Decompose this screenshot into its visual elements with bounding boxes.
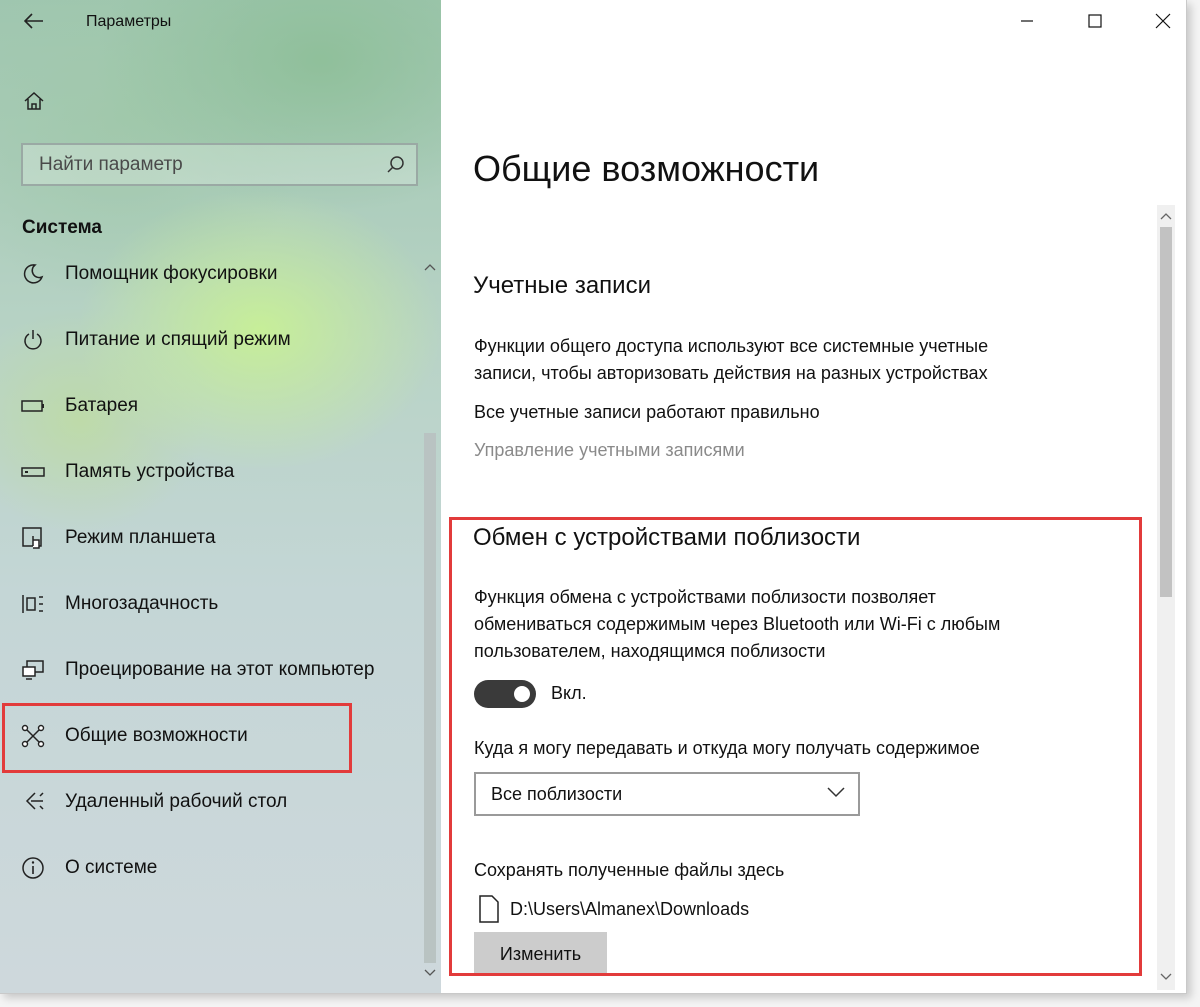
sidebar-item-remote-desktop[interactable]: Удаленный рабочий стол	[0, 769, 420, 835]
sidebar-item-label: Удаленный рабочий стол	[65, 791, 288, 812]
sidebar-item-shared-experiences[interactable]: Общие возможности	[0, 703, 420, 769]
titlebar: Параметры	[0, 0, 441, 46]
chevron-down-icon	[827, 787, 845, 798]
storage-icon	[20, 459, 46, 485]
close-button[interactable]	[1140, 0, 1186, 42]
tablet-mode-icon	[20, 525, 46, 551]
sidebar-item-label: О системе	[65, 857, 158, 878]
window-controls	[982, 0, 1186, 42]
remote-desktop-icon	[20, 789, 46, 815]
accounts-description-line-1: Функции общего доступа используют все си…	[474, 336, 989, 356]
home-button[interactable]	[14, 84, 54, 118]
accounts-description-line-2: записи, чтобы авторизовать действия на р…	[474, 363, 988, 383]
nearby-description-line-3: пользователем, находящимся поблизости	[474, 641, 826, 661]
sidebar: Параметры Система Помощник фокусировки	[0, 0, 441, 993]
info-icon	[20, 855, 46, 881]
maximize-button[interactable]	[1072, 0, 1118, 42]
settings-window: Параметры Система Помощник фокусировки	[0, 0, 1187, 994]
minimize-button[interactable]	[1004, 0, 1050, 42]
sidebar-item-battery[interactable]: Батарея	[0, 373, 420, 439]
sidebar-item-label: Проецирование на этот компьютер	[65, 659, 375, 680]
sidebar-item-label: Общие возможности	[65, 725, 248, 746]
sidebar-item-label: Питание и спящий режим	[65, 329, 291, 350]
scroll-down-icon	[1160, 973, 1172, 980]
close-icon	[1155, 13, 1171, 29]
page-title: Общие возможности	[473, 148, 820, 189]
save-location-label: Сохранять полученные файлы здесь	[474, 860, 785, 880]
toggle-state-label: Вкл.	[551, 683, 587, 703]
sidebar-item-multitasking[interactable]: Многозадачность	[0, 571, 420, 637]
minimize-icon	[1021, 20, 1033, 22]
sidebar-item-about[interactable]: О системе	[0, 835, 420, 901]
shared-experiences-icon	[20, 723, 46, 749]
sidebar-item-projection[interactable]: Проецирование на этот компьютер	[0, 637, 420, 703]
maximize-icon	[1088, 14, 1102, 28]
sidebar-item-label: Батарея	[65, 395, 139, 416]
manage-accounts-link[interactable]: Управление учетными записями	[474, 440, 745, 461]
sidebar-item-label: Режим планшета	[65, 527, 216, 548]
battery-icon	[20, 393, 46, 419]
search-icon[interactable]	[386, 155, 406, 175]
home-icon	[24, 91, 44, 110]
nearby-sharing-heading: Обмен с устройствами поблизости	[473, 524, 861, 551]
app-title: Параметры	[86, 13, 172, 30]
share-scope-label: Куда я могу передавать и откуда могу пол…	[474, 738, 980, 758]
accounts-heading: Учетные записи	[473, 272, 651, 299]
sidebar-item-label: Многозадачность	[65, 593, 219, 614]
file-icon	[479, 895, 499, 923]
back-arrow-icon	[24, 13, 43, 29]
change-location-button[interactable]: Изменить	[474, 932, 607, 976]
nearby-sharing-toggle[interactable]	[474, 680, 536, 708]
sidebar-item-power[interactable]: Питание и спящий режим	[0, 307, 420, 373]
toggle-knob	[514, 686, 530, 702]
sidebar-item-label: Память устройства	[65, 461, 235, 482]
share-scope-value: Все поблизости	[491, 783, 623, 804]
save-location-row: D:\Users\Almanex\Downloads	[478, 893, 749, 925]
scroll-up-icon[interactable]	[424, 262, 436, 272]
power-icon	[20, 327, 46, 353]
sidebar-item-focus-assist[interactable]: Помощник фокусировки	[0, 241, 420, 307]
nearby-description-line-2: обмениваться содержимым через Bluetooth …	[474, 614, 1001, 634]
content-scrollbar[interactable]	[1157, 205, 1175, 990]
scroll-up-icon	[1160, 213, 1172, 220]
search-box	[21, 143, 418, 186]
sidebar-item-storage[interactable]: Память устройства	[0, 439, 420, 505]
scroll-down-button[interactable]	[1160, 970, 1172, 984]
content-scrollbar-thumb[interactable]	[1160, 227, 1172, 597]
moon-icon	[20, 261, 46, 287]
sidebar-item-label: Помощник фокусировки	[65, 263, 278, 284]
sidebar-item-tablet-mode[interactable]: Режим планшета	[0, 505, 420, 571]
scroll-up-button[interactable]	[1160, 209, 1172, 223]
sidebar-scrollbar[interactable]	[422, 258, 438, 988]
content-pane: Общие возможности Учетные записи Функции…	[441, 0, 1186, 993]
scroll-down-icon[interactable]	[424, 968, 436, 978]
sidebar-scrollbar-thumb[interactable]	[424, 433, 436, 963]
multitasking-icon	[20, 591, 46, 617]
section-label: Система	[22, 217, 102, 238]
back-button[interactable]	[14, 6, 54, 36]
save-location-path: D:\Users\Almanex\Downloads	[510, 898, 750, 919]
projection-icon	[20, 657, 46, 683]
search-input[interactable]	[23, 152, 381, 177]
nearby-description-line-1: Функция обмена с устройствами поблизости…	[474, 587, 936, 607]
share-scope-dropdown[interactable]: Все поблизости	[474, 772, 860, 816]
accounts-status: Все учетные записи работают правильно	[474, 402, 820, 422]
